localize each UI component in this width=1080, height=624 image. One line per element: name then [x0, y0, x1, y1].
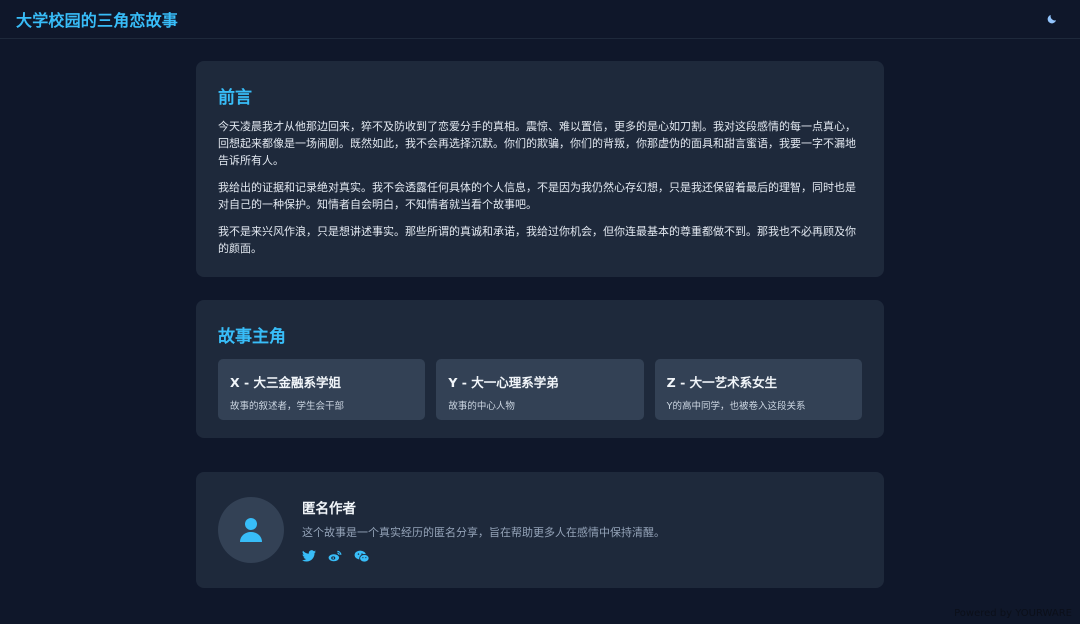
social-links: [302, 550, 665, 563]
powered-by-badge[interactable]: Powered by YOURWARE: [952, 607, 1074, 620]
characters-heading: 故事主角: [218, 327, 286, 347]
character-desc: 故事的叙述者，学生会干部: [230, 401, 345, 412]
character-name: Z - 大一艺术系女生: [666, 375, 778, 390]
weibo-link[interactable]: [328, 550, 342, 563]
main-content: 前言 今天凌晨我才从他那边回来，猝不及防收到了恋爱分手的真相。震惊、难以置信，更…: [196, 61, 884, 588]
intro-card: 前言 今天凌晨我才从他那边回来，猝不及防收到了恋爱分手的真相。震惊、难以置信，更…: [196, 61, 884, 277]
author-name: 匿名作者: [302, 501, 356, 517]
character-desc: 故事的中心人物: [448, 401, 515, 412]
intro-heading: 前言: [218, 88, 252, 108]
characters-card: 故事主角 X - 大三金融系学姐 故事的叙述者，学生会干部 Y - 大一心理系学…: [196, 300, 884, 438]
avatar: [218, 497, 284, 563]
theme-toggle-button[interactable]: [1040, 7, 1064, 31]
top-bar: 大学校园的三角恋故事: [0, 0, 1080, 39]
character-name: X - 大三金融系学姐: [230, 375, 342, 390]
wechat-link[interactable]: [354, 550, 370, 563]
characters-grid: X - 大三金融系学姐 故事的叙述者，学生会干部 Y - 大一心理系学弟 故事的…: [218, 359, 862, 420]
user-icon: [240, 518, 262, 542]
site-title[interactable]: 大学校园的三角恋故事: [16, 7, 178, 31]
character-card-y[interactable]: Y - 大一心理系学弟 故事的中心人物: [436, 359, 644, 420]
character-card-z[interactable]: Z - 大一艺术系女生 Y的高中同学，也被卷入这段关系: [654, 359, 862, 420]
intro-paragraph: 我给出的证据和记录绝对真实。我不会透露任何具体的个人信息，不是因为我仍然心存幻想…: [218, 181, 856, 211]
wechat-icon: [354, 550, 370, 563]
intro-paragraph: 今天凌晨我才从他那边回来，猝不及防收到了恋爱分手的真相。震惊、难以置信，更多的是…: [218, 120, 856, 167]
twitter-icon: [302, 550, 316, 562]
weibo-icon: [328, 550, 342, 562]
moon-icon: [1047, 15, 1056, 24]
twitter-link[interactable]: [302, 550, 316, 563]
character-card-x[interactable]: X - 大三金融系学姐 故事的叙述者，学生会干部: [218, 359, 426, 420]
author-desc: 这个故事是一个真实经历的匿名分享，旨在帮助更多人在感情中保持清醒。: [302, 526, 665, 539]
character-desc: Y的高中同学，也被卷入这段关系: [666, 401, 806, 412]
author-info: 匿名作者 这个故事是一个真实经历的匿名分享，旨在帮助更多人在感情中保持清醒。: [302, 497, 665, 563]
powered-by-text: Powered by YOURWARE: [954, 608, 1072, 619]
intro-paragraph: 我不是来兴风作浪，只是想讲述事实。那些所谓的真诚和承诺，我给过你机会，但你连最基…: [218, 225, 856, 255]
author-card: 匿名作者 这个故事是一个真实经历的匿名分享，旨在帮助更多人在感情中保持清醒。: [196, 472, 884, 588]
character-name: Y - 大一心理系学弟: [448, 375, 559, 390]
